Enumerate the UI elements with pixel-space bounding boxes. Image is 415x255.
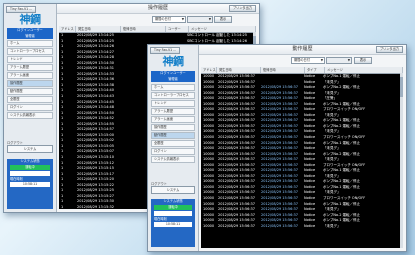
nav-item-trend[interactable]: トレンド — [7, 56, 53, 63]
col-header-occurred[interactable]: 発生日時 — [217, 67, 261, 73]
scrollbar-thumb[interactable] — [400, 77, 403, 97]
period-select-2[interactable]: ▼ — [187, 16, 213, 23]
toolbar: 期間の日付 ▼ ▼ 表示 — [57, 14, 259, 24]
col-header-message[interactable]: メッセージ — [325, 67, 403, 73]
system-status-panel: システム状態 運転中 現在時刻 10:58:11 — [7, 159, 53, 209]
status-ok-indicator: 運転中 — [154, 205, 192, 210]
status-ok-indicator: 運転中 — [10, 165, 50, 170]
clock-value: 10:58:11 — [154, 222, 192, 227]
company-logo: 神鋼EN&M — [155, 55, 191, 82]
system-status-panel: システム状態 運転中 現在時刻 10:58:11 — [151, 199, 195, 247]
nav-item-operation-history[interactable]: 操作履歴 — [7, 80, 53, 87]
nav-item-controller[interactable]: コントローラープロセス — [151, 92, 195, 99]
login-user-box: ログインユーザー 管理者 — [7, 28, 53, 39]
col-header-recovered[interactable]: 復帰日時 — [261, 67, 305, 73]
col-header-message[interactable]: メッセージ — [189, 26, 256, 32]
chevron-down-icon: ▼ — [208, 17, 211, 21]
nav-item-all-history[interactable]: 全履歴 — [151, 140, 195, 147]
nav-item-action-history[interactable]: 動作履歴 — [7, 88, 53, 95]
nav-item-alarm-screen[interactable]: アラーム画面 — [151, 116, 195, 123]
nav-item-all-history[interactable]: 全履歴 — [7, 96, 53, 103]
nav-item-controller[interactable]: コントローラープロセス — [7, 48, 53, 55]
login-user-box: ログインユーザー 管理者 — [151, 71, 195, 82]
nav-item-alarm-history[interactable]: アラーム履歴 — [7, 64, 53, 71]
status-header: システム状態 — [20, 159, 40, 163]
cell-occurred: 2012/08/29 15:56:37 — [218, 223, 256, 228]
nav-item-home[interactable]: ホーム — [7, 40, 53, 47]
status-white-field — [154, 211, 192, 216]
nav-menu: ホーム コントローラープロセス トレンド アラーム履歴 アラーム画面 操作履歴 … — [7, 40, 53, 120]
nav-item-home[interactable]: ホーム — [151, 84, 195, 91]
login-user-name: 管理者 — [168, 76, 178, 81]
cell-type: Notice — [304, 223, 316, 228]
col-header-recovered[interactable]: 復帰日時 — [121, 26, 166, 32]
status-header: システム状態 — [163, 199, 183, 203]
sidebar: Tiny Fax-V1 ... 神鋼EN&M ログインユーザー 管理者 ホーム … — [4, 4, 57, 212]
system-button[interactable]: システム — [7, 145, 53, 153]
clock-label: 現在時刻 — [154, 217, 167, 221]
period-select[interactable]: 期間の日付 ▼ — [291, 57, 325, 64]
col-header-address[interactable]: アドレス — [59, 26, 76, 32]
cell-recovered: 2012/08/29 15:56:37 — [261, 223, 299, 228]
cell-occurred: 2012/08/29 13:15:32 — [77, 204, 115, 209]
history-table: アドレス 発生日時 復帰日時 タイプ メッセージ 10000 2012/08/29… — [201, 67, 403, 248]
nav-item-login[interactable]: ログイン — [7, 104, 53, 111]
nav-item-operation-history[interactable]: 操作履歴 — [151, 124, 195, 131]
cell-address: 10000 — [203, 223, 215, 228]
nav-item-system-info[interactable]: システム情報表示 — [151, 156, 195, 163]
table-row[interactable]: 10000 2012/08/29 15:56:37 2012/08/29 15:56… — [201, 224, 403, 230]
cell-message: 「未見デ」 — [323, 223, 341, 228]
period-select-2[interactable]: ▼ — [326, 57, 352, 64]
col-header-occurred[interactable]: 発生日時 — [76, 26, 121, 32]
main-panel: 動作履歴 プリンタ出力 期間の日付 ▼ ▼ 表示 アドレス 発生日時 復帰日時 タ… — [199, 45, 406, 251]
cell-address: 1 — [61, 204, 64, 209]
col-header-type[interactable]: タイプ — [305, 67, 325, 73]
nav-item-system-info[interactable]: システム情報表示 — [7, 112, 53, 119]
clock-value: 10:58:11 — [10, 182, 50, 187]
system-button[interactable]: システム — [151, 186, 195, 194]
table-header: アドレス 発生日時 復帰日時 ユーザー メッセージ — [59, 26, 256, 33]
sidebar: Tiny Fax-V1 ... 神鋼EN&M ログインユーザー 管理者 ホーム … — [148, 45, 199, 251]
chevron-down-icon: ▼ — [347, 58, 350, 62]
action-history-window: Tiny Fax-V1 ... 神鋼EN&M ログインユーザー 管理者 ホーム … — [147, 44, 407, 252]
nav-item-action-history[interactable]: 動作履歴 — [151, 132, 195, 139]
print-button[interactable]: プリンタ出力 — [375, 46, 403, 53]
table-body: 10000 2012/08/29 15:56:37 Notice ポンプNo.1 運転… — [201, 74, 403, 229]
app-tab[interactable]: Tiny Fax-V1 ... — [6, 6, 37, 13]
display-button[interactable]: 表示 — [354, 57, 372, 64]
nav-item-login[interactable]: ログイン — [151, 148, 195, 155]
print-button[interactable]: プリンタ出力 — [228, 5, 256, 12]
app-tab[interactable]: Tiny Fax-V1 ... — [150, 47, 181, 54]
col-header-user[interactable]: ユーザー — [166, 26, 189, 32]
nav-item-alarm-history[interactable]: アラーム履歴 — [151, 108, 195, 115]
toolbar: 期間の日付 ▼ ▼ 表示 — [199, 55, 406, 65]
chevron-down-icon: ▼ — [320, 58, 323, 62]
nav-menu: ホーム コントローラープロセス トレンド アラーム履歴 アラーム画面 操作履歴 … — [151, 84, 195, 164]
nav-item-trend[interactable]: トレンド — [151, 100, 195, 107]
nav-item-alarm-screen[interactable]: アラーム画面 — [7, 72, 53, 79]
status-white-field — [10, 171, 50, 176]
scrollbar[interactable] — [400, 73, 403, 248]
clock-label: 現在時刻 — [10, 177, 23, 181]
display-button[interactable]: 表示 — [214, 16, 232, 23]
chevron-down-icon: ▼ — [181, 17, 184, 21]
table-header: アドレス 発生日時 復帰日時 タイプ メッセージ — [201, 67, 403, 74]
company-logo: 神鋼EN&M — [12, 13, 48, 40]
login-user-name: 管理者 — [25, 33, 35, 38]
col-header-address[interactable]: アドレス — [201, 67, 217, 73]
period-select[interactable]: 期間の日付 ▼ — [152, 16, 186, 23]
